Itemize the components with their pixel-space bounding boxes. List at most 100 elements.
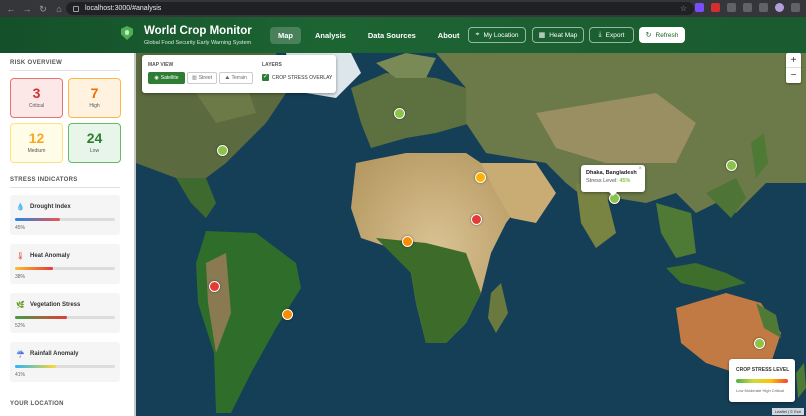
home-icon[interactable]: ⌂ xyxy=(54,4,64,14)
bookmark-star-icon[interactable]: ☆ xyxy=(680,4,687,13)
indicator-fill xyxy=(15,218,60,221)
risk-overview-heading: RISK OVERVIEW xyxy=(10,60,63,66)
building-icon: ▥ xyxy=(191,75,197,81)
browser-toolbar: ← → ↻ ⌂ localhost:3000/#analysis ☆ xyxy=(0,0,806,17)
indicator-value: 52% xyxy=(15,323,26,329)
risk-card-low[interactable]: 24 Low xyxy=(68,123,121,163)
indicator-fill xyxy=(15,316,67,319)
popup-title: Dhaka, Bangladesh xyxy=(586,170,637,176)
risk-card-high[interactable]: 7 High xyxy=(68,78,121,118)
indicator-heat: 🌡 Heat Anomaly 38% xyxy=(10,244,120,284)
profile-avatar[interactable] xyxy=(775,3,784,12)
zoom-out-button[interactable]: − xyxy=(786,68,801,83)
divider xyxy=(10,70,120,71)
map-marker-high[interactable] xyxy=(282,309,293,320)
extension-icon[interactable] xyxy=(695,3,704,12)
extensions-puzzle-icon[interactable] xyxy=(727,3,736,12)
risk-card-critical[interactable]: 3 Critical xyxy=(10,78,63,118)
sidebar: RISK OVERVIEW 3 Critical 7 High 12 Mediu… xyxy=(0,53,134,416)
map-controls-panel: MAP VIEW LAYERS ◉ Satellite ▥ Street ⛰ Terr… xyxy=(142,55,336,93)
back-icon[interactable]: ← xyxy=(6,4,16,14)
view-satellite-button[interactable]: ◉ Satellite xyxy=(148,72,185,84)
forward-icon[interactable]: → xyxy=(22,4,32,14)
risk-count: 7 xyxy=(90,85,99,101)
map-marker-critical[interactable] xyxy=(209,281,220,292)
risk-label: Medium xyxy=(27,148,46,154)
indicator-bar xyxy=(15,316,115,319)
nav-about[interactable]: About xyxy=(430,27,468,44)
map-marker-low[interactable] xyxy=(217,145,228,156)
nav-map[interactable]: Map xyxy=(270,27,301,44)
indicator-bar xyxy=(15,218,115,221)
risk-label: Critical xyxy=(28,103,45,109)
refresh-icon: ↻ xyxy=(645,32,652,39)
map-marker-medium[interactable] xyxy=(475,172,486,183)
legend-title: CROP STRESS LEVEL xyxy=(736,367,790,373)
export-button[interactable]: ⤓ Export xyxy=(589,27,634,43)
download-icon[interactable] xyxy=(743,3,752,12)
indicator-value: 38% xyxy=(15,274,26,280)
refresh-button[interactable]: ↻ Refresh xyxy=(639,27,685,43)
mountain-icon: ⛰ xyxy=(225,75,230,81)
reload-icon[interactable]: ↻ xyxy=(38,4,48,14)
rain-icon: ☔ xyxy=(16,351,25,358)
leaf-icon: 🌿 xyxy=(16,302,25,309)
crop-stress-checkbox[interactable]: ✓ xyxy=(262,74,269,81)
extension-icon[interactable] xyxy=(711,3,720,12)
nav-analysis[interactable]: Analysis xyxy=(307,27,354,44)
sidebar-icon[interactable] xyxy=(759,3,768,12)
legend-labels: Low Moderate High Critical xyxy=(736,388,785,393)
indicator-bar xyxy=(15,365,115,368)
nav-data-sources[interactable]: Data Sources xyxy=(360,27,424,44)
app-header: World Crop Monitor Global Food Security … xyxy=(0,17,806,53)
indicator-name: Rainfall Anomaly xyxy=(30,351,79,357)
url-text: localhost:3000/#analysis xyxy=(85,5,162,12)
map-marker-high[interactable] xyxy=(402,236,413,247)
risk-count: 24 xyxy=(86,130,103,146)
heat-map-button[interactable]: ▦ Heat Map xyxy=(532,27,584,43)
legend-gradient xyxy=(736,379,788,383)
site-info-icon[interactable] xyxy=(73,5,79,12)
layers-label: LAYERS xyxy=(262,62,282,68)
crop-stress-legend: CROP STRESS LEVEL Low Moderate High Crit… xyxy=(729,359,795,402)
layers-icon: ▦ xyxy=(538,32,546,39)
droplet-icon: 💧 xyxy=(16,204,25,211)
map-marker-low[interactable] xyxy=(726,160,737,171)
indicator-rainfall: ☔ Rainfall Anomaly 41% xyxy=(10,342,120,382)
download-icon: ⤓ xyxy=(598,31,602,38)
map-marker-low[interactable] xyxy=(754,338,765,349)
risk-label: Low xyxy=(89,148,100,154)
risk-count: 12 xyxy=(28,130,45,146)
your-location-heading: YOUR LOCATION xyxy=(10,401,64,407)
indicator-value: 45% xyxy=(15,225,26,231)
stress-indicators-heading: STRESS INDICATORS xyxy=(10,177,78,183)
map-marker-low[interactable] xyxy=(394,108,405,119)
indicator-bar xyxy=(15,267,115,270)
close-icon[interactable]: × xyxy=(638,166,642,172)
indicator-name: Vegetation Stress xyxy=(30,302,81,308)
app-title: World Crop Monitor xyxy=(144,25,252,37)
risk-count: 3 xyxy=(32,85,41,101)
main-nav: Map Analysis Data Sources About xyxy=(270,27,473,44)
thermometer-icon: 🌡 xyxy=(16,253,25,260)
crop-stress-label: CROP STRESS OVERLAY xyxy=(272,75,333,81)
indicator-name: Drought Index xyxy=(30,204,71,210)
risk-card-medium[interactable]: 12 Medium xyxy=(10,123,63,163)
zoom-in-button[interactable]: + xyxy=(786,53,801,68)
address-bar[interactable]: localhost:3000/#analysis ☆ xyxy=(66,2,694,15)
view-terrain-button[interactable]: ⛰ Terrain xyxy=(219,72,253,84)
map-view-label: MAP VIEW xyxy=(148,62,174,68)
indicator-name: Heat Anomaly xyxy=(30,253,70,259)
zoom-control: + − xyxy=(786,53,801,83)
world-map[interactable]: MAP VIEW LAYERS ◉ Satellite ▥ Street ⛰ Terr… xyxy=(136,53,806,416)
indicator-drought: 💧 Drought Index 45% xyxy=(10,195,120,235)
menu-icon[interactable] xyxy=(791,3,800,12)
crosshair-icon: ⌖ xyxy=(475,31,480,38)
view-street-button[interactable]: ▥ Street xyxy=(187,72,217,84)
map-attribution[interactable]: Leaflet | © Esri xyxy=(771,408,804,415)
shield-logo-icon xyxy=(121,26,133,40)
map-marker-critical[interactable] xyxy=(471,214,482,225)
my-location-button[interactable]: ⌖ My Location xyxy=(468,27,526,43)
indicator-fill xyxy=(15,267,53,270)
risk-label: High xyxy=(89,103,100,109)
